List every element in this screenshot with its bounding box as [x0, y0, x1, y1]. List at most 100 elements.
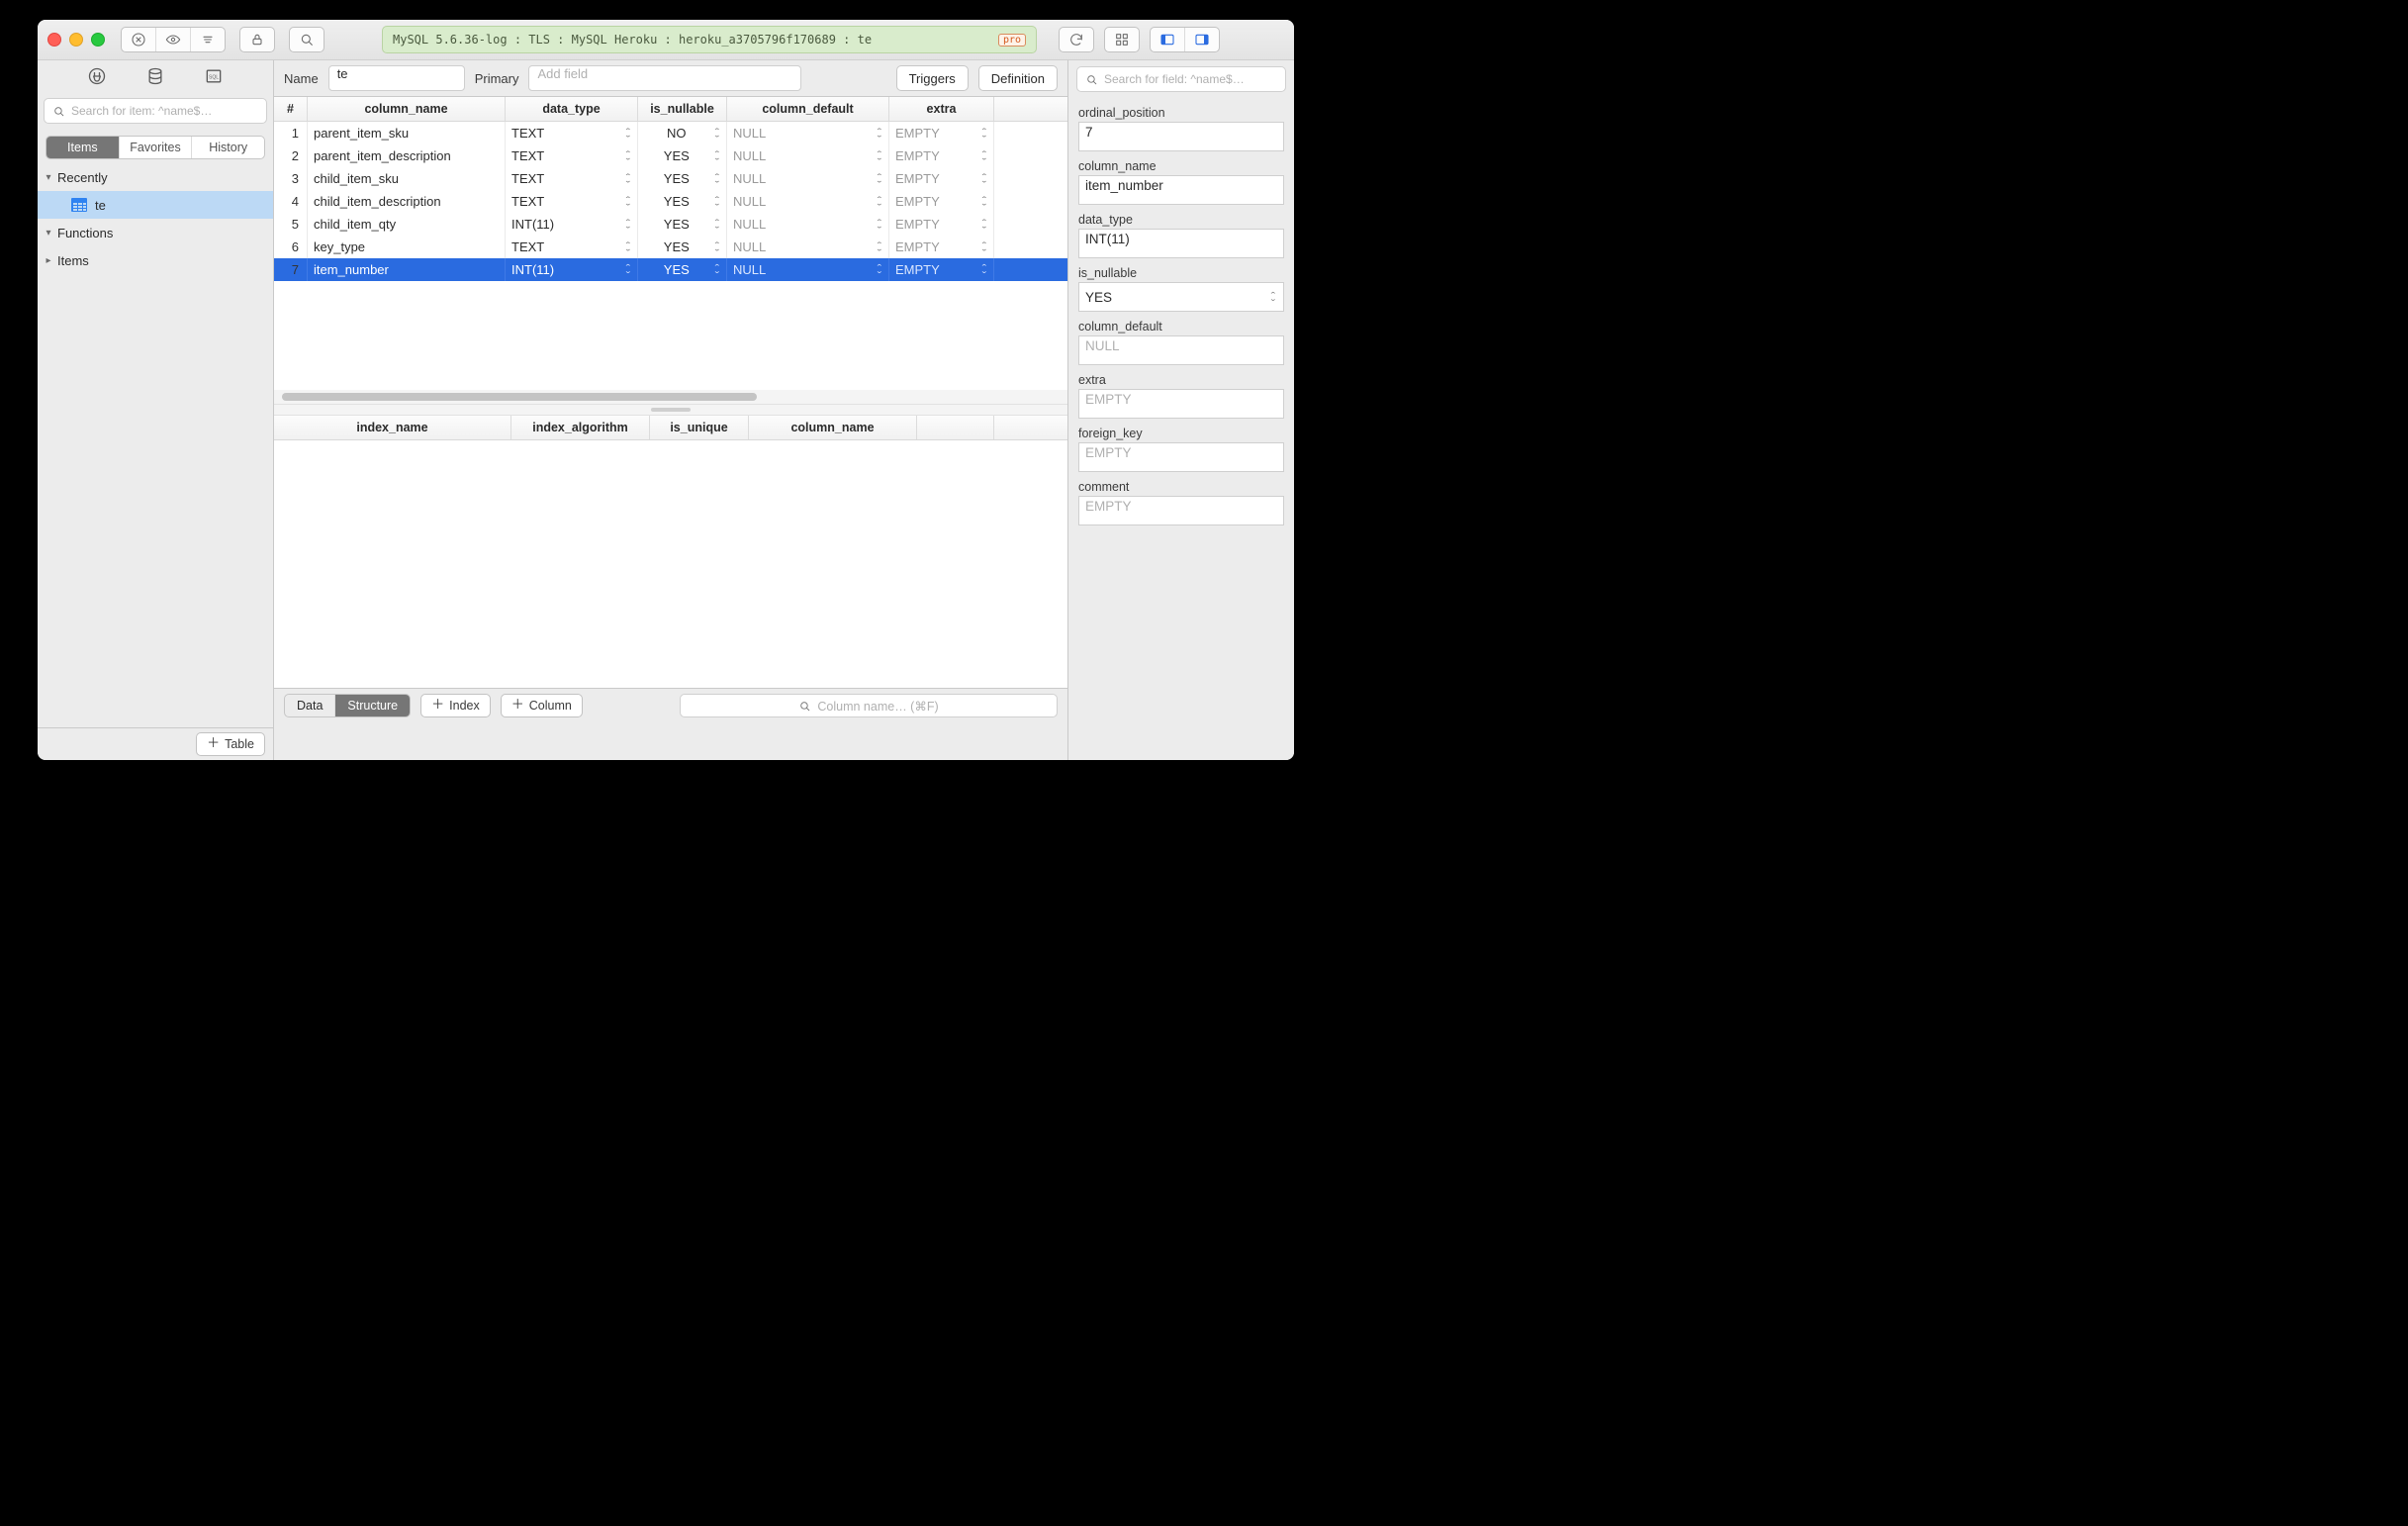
stepper-icon[interactable] — [976, 264, 987, 275]
stepper-icon[interactable] — [709, 128, 720, 139]
cell-is-nullable[interactable]: YES — [638, 190, 727, 213]
columns-hscrollbar[interactable] — [274, 390, 1067, 404]
split-drag-handle[interactable] — [274, 404, 1067, 416]
filter-icon[interactable] — [191, 28, 225, 51]
col-hdr-name[interactable]: column_name — [308, 97, 506, 121]
columns-row[interactable]: 5child_item_qtyINT(11)YESNULLEMPTY — [274, 213, 1067, 236]
left-panel-toggle[interactable] — [1151, 28, 1185, 51]
stepper-icon[interactable] — [620, 264, 631, 275]
inspector-field-ordinal_position[interactable]: 7 — [1078, 122, 1284, 151]
cell-extra[interactable]: EMPTY — [889, 190, 994, 213]
cell-column-default[interactable]: NULL — [727, 122, 889, 144]
columns-row[interactable]: 6key_typeTEXTYESNULLEMPTY — [274, 236, 1067, 258]
idx-hdr-name[interactable]: index_name — [274, 416, 511, 439]
cell-column-name[interactable]: parent_item_description — [308, 144, 506, 167]
cell-is-nullable[interactable]: YES — [638, 213, 727, 236]
stepper-icon[interactable] — [620, 128, 631, 139]
stepper-icon[interactable] — [620, 241, 631, 252]
stepper-icon[interactable] — [872, 128, 882, 139]
add-table-button[interactable]: ＋Table — [196, 732, 265, 756]
tree-section-recently[interactable]: ▾ Recently — [38, 163, 273, 191]
cell-data-type[interactable]: TEXT — [506, 167, 638, 190]
scrollbar-thumb[interactable] — [282, 393, 757, 401]
cell-extra[interactable]: EMPTY — [889, 258, 994, 281]
right-panel-toggle[interactable] — [1185, 28, 1219, 51]
cell-extra[interactable]: EMPTY — [889, 167, 994, 190]
inspector-field-is_nullable[interactable]: YES — [1078, 282, 1284, 312]
col-hdr-nullable[interactable]: is_nullable — [638, 97, 727, 121]
cell-extra[interactable]: EMPTY — [889, 144, 994, 167]
cell-column-name[interactable]: parent_item_sku — [308, 122, 506, 144]
cell-data-type[interactable]: INT(11) — [506, 258, 638, 281]
columns-row[interactable]: 7item_numberINT(11)YESNULLEMPTY — [274, 258, 1067, 281]
cell-data-type[interactable]: TEXT — [506, 122, 638, 144]
idx-hdr-algo[interactable]: index_algorithm — [511, 416, 650, 439]
lock-icon[interactable] — [239, 27, 275, 52]
tree-section-items[interactable]: ▸ Items — [38, 246, 273, 274]
cell-is-nullable[interactable]: YES — [638, 258, 727, 281]
cell-is-nullable[interactable]: NO — [638, 122, 727, 144]
cell-column-name[interactable]: item_number — [308, 258, 506, 281]
bottom-search[interactable]: Column name… (⌘F) — [680, 694, 1058, 717]
bottom-tab-data[interactable]: Data — [285, 695, 335, 716]
columns-row[interactable]: 3child_item_skuTEXTYESNULLEMPTY — [274, 167, 1067, 190]
idx-hdr-col[interactable]: column_name — [749, 416, 917, 439]
col-hdr-extra[interactable]: extra — [889, 97, 994, 121]
cell-is-nullable[interactable]: YES — [638, 236, 727, 258]
connection-pill[interactable]: MySQL 5.6.36-log : TLS : MySQL Heroku : … — [382, 26, 1037, 53]
inspector-field-column_default[interactable]: NULL — [1078, 335, 1284, 365]
stepper-icon[interactable] — [976, 196, 987, 207]
triggers-button[interactable]: Triggers — [896, 65, 969, 91]
inspector-field-extra[interactable]: EMPTY — [1078, 389, 1284, 419]
inspector-field-column_name[interactable]: item_number — [1078, 175, 1284, 205]
sidebar-tab-items[interactable]: Items — [46, 137, 120, 158]
minimize-window-button[interactable] — [69, 33, 83, 47]
cell-column-default[interactable]: NULL — [727, 236, 889, 258]
stepper-icon[interactable] — [709, 219, 720, 230]
sidebar-search[interactable]: Search for item: ^name$… — [44, 98, 267, 124]
cell-data-type[interactable]: TEXT — [506, 236, 638, 258]
stepper-icon[interactable] — [709, 264, 720, 275]
cell-column-default[interactable]: NULL — [727, 258, 889, 281]
search-button[interactable] — [289, 27, 324, 52]
stepper-icon[interactable] — [872, 173, 882, 184]
columns-row[interactable]: 1parent_item_skuTEXTNONULLEMPTY — [274, 122, 1067, 144]
table-name-input[interactable]: te — [328, 65, 465, 91]
columns-row[interactable]: 2parent_item_descriptionTEXTYESNULLEMPTY — [274, 144, 1067, 167]
add-field-input[interactable]: Add field — [528, 65, 801, 91]
idx-hdr-unique[interactable]: is_unique — [650, 416, 749, 439]
cell-column-default[interactable]: NULL — [727, 167, 889, 190]
stepper-icon[interactable] — [620, 219, 631, 230]
stepper-icon[interactable] — [872, 196, 882, 207]
tree-section-functions[interactable]: ▾ Functions — [38, 219, 273, 246]
cell-column-default[interactable]: NULL — [727, 213, 889, 236]
inspector-field-foreign_key[interactable]: EMPTY — [1078, 442, 1284, 472]
cell-column-name[interactable]: child_item_sku — [308, 167, 506, 190]
grid-view-button[interactable] — [1104, 27, 1140, 52]
stepper-icon[interactable] — [709, 196, 720, 207]
eye-icon[interactable] — [156, 28, 191, 51]
stepper-icon[interactable] — [620, 150, 631, 161]
inspector-field-data_type[interactable]: INT(11) — [1078, 229, 1284, 258]
refresh-button[interactable] — [1059, 27, 1094, 52]
inspector-field-comment[interactable]: EMPTY — [1078, 496, 1284, 525]
plug-icon[interactable] — [87, 66, 107, 86]
sidebar-tab-history[interactable]: History — [192, 137, 264, 158]
stepper-icon[interactable] — [709, 241, 720, 252]
tree-item-te[interactable]: te — [38, 191, 273, 219]
cell-column-default[interactable]: NULL — [727, 190, 889, 213]
cell-extra[interactable]: EMPTY — [889, 213, 994, 236]
stepper-icon[interactable] — [976, 173, 987, 184]
cell-column-name[interactable]: key_type — [308, 236, 506, 258]
cell-column-default[interactable]: NULL — [727, 144, 889, 167]
columns-row[interactable]: 4child_item_descriptionTEXTYESNULLEMPTY — [274, 190, 1067, 213]
close-window-button[interactable] — [47, 33, 61, 47]
cell-extra[interactable]: EMPTY — [889, 236, 994, 258]
idx-hdr-extra[interactable] — [917, 416, 994, 439]
stepper-icon[interactable] — [976, 150, 987, 161]
bottom-tab-structure[interactable]: Structure — [335, 695, 410, 716]
add-column-button[interactable]: ＋Column — [501, 694, 583, 717]
cell-data-type[interactable]: TEXT — [506, 144, 638, 167]
zoom-window-button[interactable] — [91, 33, 105, 47]
stepper-icon[interactable] — [620, 173, 631, 184]
